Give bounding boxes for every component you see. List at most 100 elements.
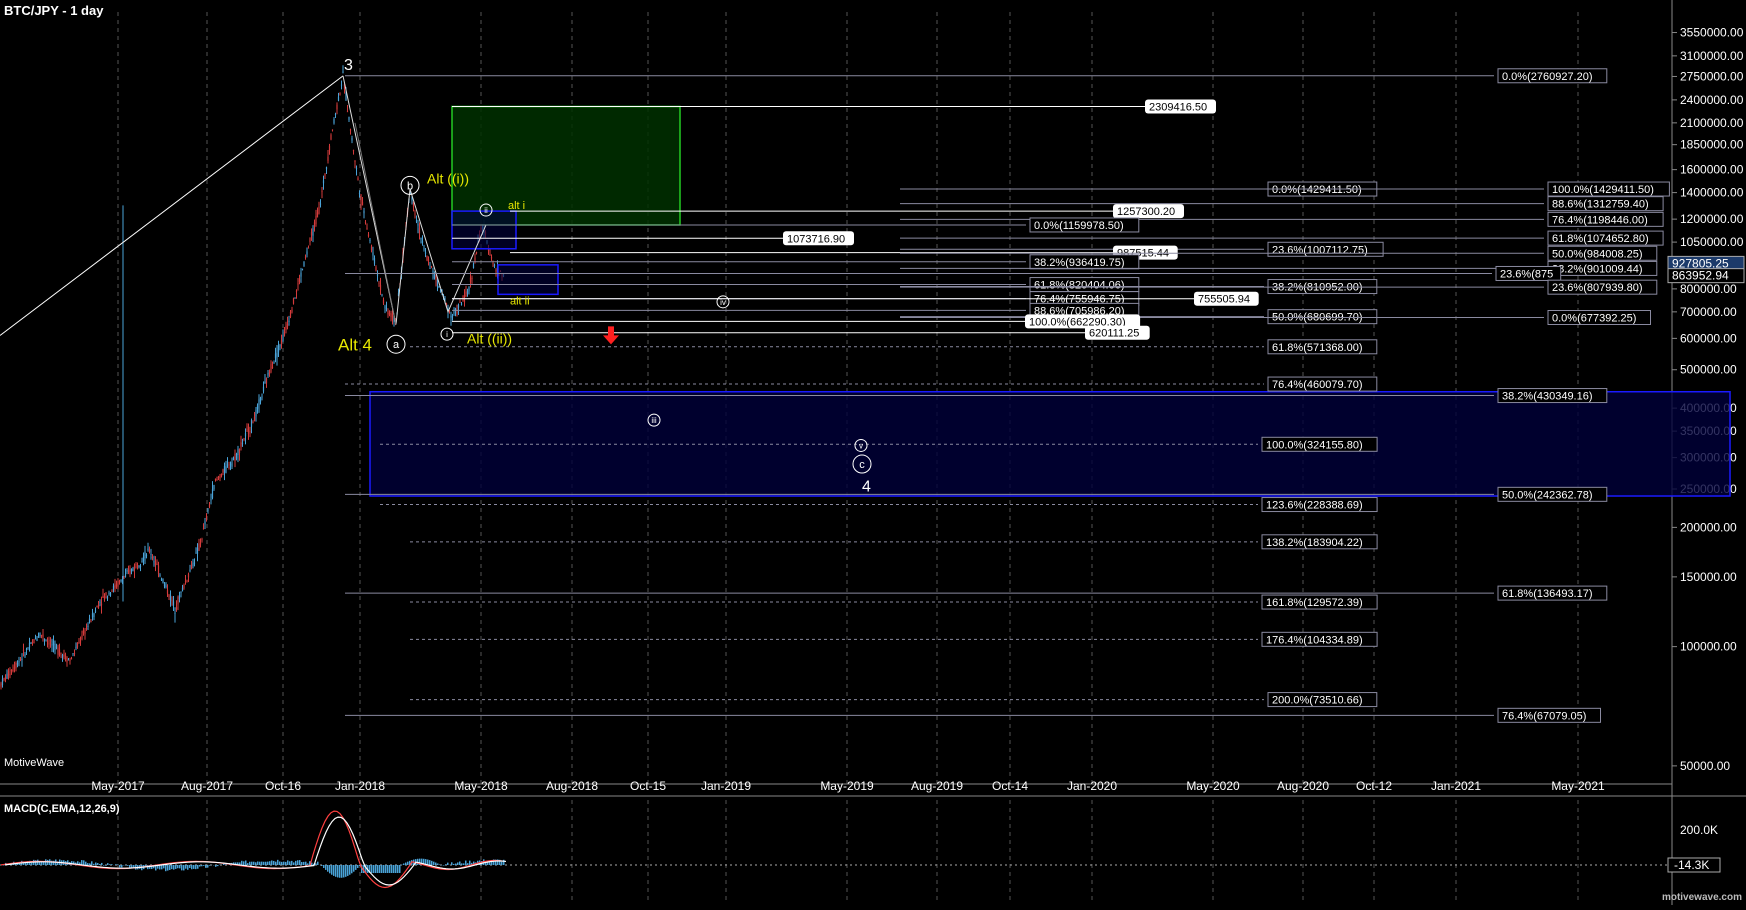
candle-body [11, 670, 12, 671]
candle-body [362, 202, 363, 206]
candle-body [185, 581, 186, 582]
macd-title: MACD(C,EMA,12,26,9) [4, 803, 120, 815]
candle-body [197, 548, 198, 554]
fib-level-label: 0.0%(2760927.20) [1502, 71, 1593, 83]
macd-bar [461, 863, 463, 865]
candle-body [21, 659, 22, 660]
candle-body [210, 499, 211, 500]
y-tick-label: 100000.00 [1680, 640, 1737, 654]
candle-body [465, 292, 466, 296]
candle-body [434, 274, 435, 278]
candle-body [3, 678, 4, 679]
y-tick-label: 500000.00 [1680, 363, 1737, 377]
candle-body [392, 314, 393, 320]
candle-body [87, 626, 88, 627]
x-tick-label: Oct-14 [992, 779, 1028, 793]
candle-body [149, 550, 150, 552]
candle-body [333, 119, 334, 123]
macd-bar [217, 865, 219, 866]
candle-body [366, 228, 367, 229]
candle-body [243, 438, 244, 440]
macd-bar [349, 865, 351, 875]
fib-level-label: 123.6%(228388.69) [1266, 500, 1363, 512]
candle-body [228, 467, 229, 468]
candle-body [273, 362, 274, 364]
x-tick-label: May-2017 [91, 779, 145, 793]
candle-body [347, 111, 348, 112]
macd-bar [257, 861, 259, 865]
candle-body [281, 340, 282, 344]
macd-bar [179, 865, 181, 868]
macd-bar [401, 864, 403, 865]
macd-bar [165, 865, 167, 871]
y-tick-label: 600000.00 [1680, 331, 1737, 345]
macd-bar [93, 864, 95, 865]
candle-body [138, 566, 139, 567]
candle-body [453, 312, 454, 313]
fib-level-label: 50.0%(984008.25) [1552, 248, 1643, 260]
candle-body [287, 324, 288, 328]
candle-body [227, 465, 228, 466]
macd-bar [277, 860, 279, 865]
candle-body [141, 561, 142, 562]
candle-body [263, 387, 264, 392]
macd-bar [463, 863, 465, 865]
macd-bar [205, 865, 207, 868]
candle-body [389, 313, 390, 315]
macd-bar [163, 865, 165, 868]
macd-bar [109, 864, 111, 865]
candle-body [357, 178, 358, 180]
chart-svg[interactable]: May-2017Aug-2017Oct-16Jan-2018May-2018Au… [0, 0, 1746, 905]
level-value-label: 1257300.20 [1117, 206, 1175, 218]
candle-body [423, 248, 424, 249]
candle-body [350, 129, 351, 130]
candle-body [177, 597, 178, 604]
candle-body [69, 660, 70, 661]
macd-bar [261, 862, 263, 865]
macd-bar [255, 862, 257, 865]
candle-body [116, 584, 117, 587]
macd-bar [191, 865, 193, 869]
candle-body [125, 574, 126, 577]
fib-level-label: 88.6%(1312759.40) [1552, 199, 1649, 211]
macd-bar [271, 860, 273, 865]
candle-body [174, 613, 175, 614]
macd-y-tick-label: 200.0K [1680, 823, 1718, 837]
candle-body [291, 310, 292, 313]
candle-body [305, 257, 306, 258]
candle-body [93, 614, 94, 617]
macd-bar [193, 865, 195, 869]
candle-body [473, 263, 474, 268]
fib-level-label: 138.2%(183904.22) [1266, 537, 1363, 549]
macd-bar [171, 865, 173, 869]
candle-body [147, 549, 148, 551]
macd-bar [127, 865, 129, 866]
candle-body [143, 557, 144, 561]
macd-bar [439, 864, 441, 865]
candle-body [359, 193, 360, 194]
macd-bar [331, 865, 333, 875]
candle-body [419, 228, 420, 233]
x-tick-label: Aug-2018 [546, 779, 598, 793]
candle-body [53, 641, 54, 646]
candle-body [92, 613, 93, 617]
y-tick-label: 2100000.00 [1680, 116, 1744, 130]
macd-bar [429, 860, 431, 865]
candle-body [134, 565, 135, 569]
candle-body [309, 238, 310, 242]
macd-bar [105, 865, 107, 866]
macd-bar [453, 864, 455, 865]
macd-bar [457, 862, 459, 865]
candle-body [135, 564, 136, 565]
candle-body [429, 268, 430, 269]
macd-bar [451, 862, 453, 865]
candle-body [62, 655, 63, 658]
chart-stage[interactable]: May-2017Aug-2017Oct-16Jan-2018May-2018Au… [0, 0, 1746, 905]
candle-body [206, 516, 207, 519]
candle-body [327, 157, 328, 161]
candle-body [420, 238, 421, 240]
macd-bar [301, 862, 303, 865]
candle-body [360, 194, 361, 201]
candle-body [422, 241, 423, 243]
current-price-label: 863952.94 [1672, 269, 1729, 283]
